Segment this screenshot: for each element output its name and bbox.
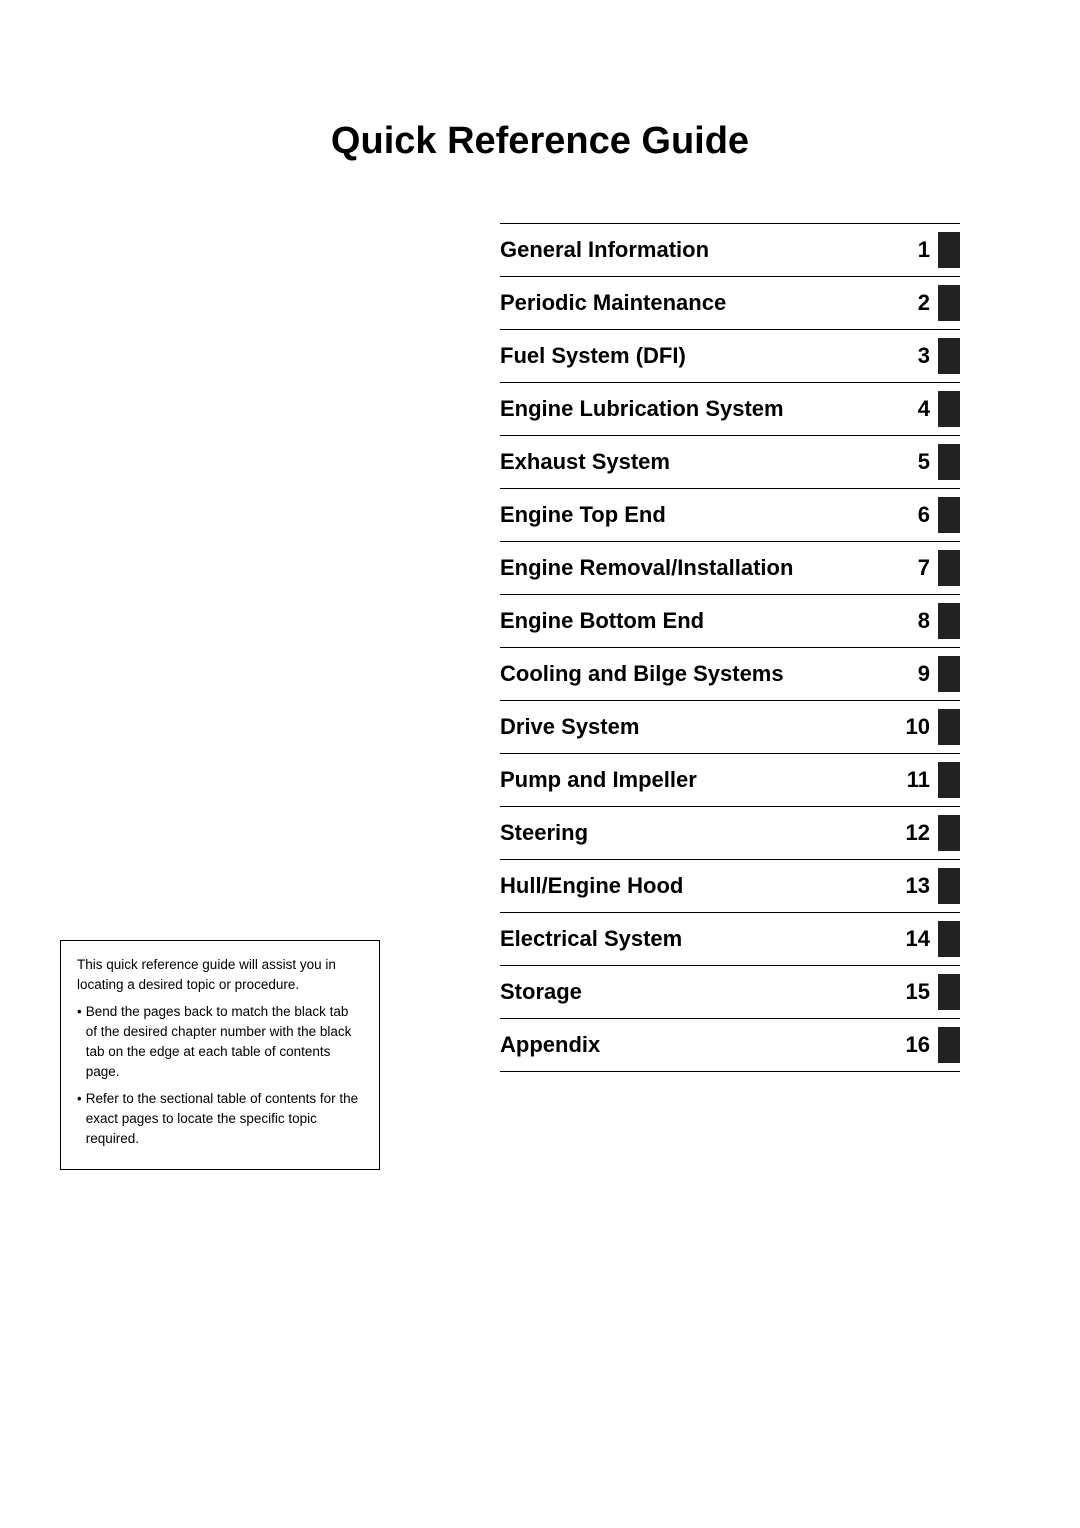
toc-tab-indicator: [938, 444, 960, 480]
toc-item-number: 6: [903, 502, 938, 528]
toc-row[interactable]: Engine Bottom End8: [500, 594, 960, 647]
info-box: This quick reference guide will assist y…: [60, 940, 380, 1170]
toc-item-number: 3: [903, 343, 938, 369]
toc-item-label: Exhaust System: [500, 449, 903, 475]
toc-tab-indicator: [938, 391, 960, 427]
toc-row[interactable]: Electrical System14: [500, 912, 960, 965]
page-title: Quick Reference Guide: [60, 120, 1020, 163]
toc-row[interactable]: Fuel System (DFI)3: [500, 329, 960, 382]
toc-tab-indicator: [938, 868, 960, 904]
toc-item-number: 10: [903, 714, 938, 740]
toc-row[interactable]: Periodic Maintenance2: [500, 276, 960, 329]
toc-row[interactable]: Steering12: [500, 806, 960, 859]
info-bullet-1-text: Bend the pages back to match the black t…: [86, 1002, 363, 1083]
toc-row[interactable]: Engine Top End6: [500, 488, 960, 541]
toc-row[interactable]: Engine Lubrication System4: [500, 382, 960, 435]
toc-item-label: Periodic Maintenance: [500, 290, 903, 316]
toc-row[interactable]: Exhaust System5: [500, 435, 960, 488]
toc-item-label: Engine Top End: [500, 502, 903, 528]
toc-item-label: Steering: [500, 820, 903, 846]
toc-item-label: Engine Bottom End: [500, 608, 903, 634]
toc-tab-indicator: [938, 338, 960, 374]
toc-item-number: 16: [903, 1032, 938, 1058]
toc-item-number: 13: [903, 873, 938, 899]
info-bullet-1: • Bend the pages back to match the black…: [77, 1002, 363, 1083]
toc-tab-indicator: [938, 762, 960, 798]
info-bullet-2-text: Refer to the sectional table of contents…: [86, 1089, 363, 1150]
toc-tab-indicator: [938, 550, 960, 586]
toc-container: General Information1Periodic Maintenance…: [500, 223, 960, 1072]
toc-item-label: Engine Lubrication System: [500, 396, 903, 422]
toc-item-number: 12: [903, 820, 938, 846]
toc-item-number: 14: [903, 926, 938, 952]
toc-tab-indicator: [938, 656, 960, 692]
toc-item-label: Storage: [500, 979, 903, 1005]
toc-tab-indicator: [938, 603, 960, 639]
toc-item-number: 2: [903, 290, 938, 316]
toc-tab-indicator: [938, 921, 960, 957]
toc-item-number: 15: [903, 979, 938, 1005]
page: Quick Reference Guide General Informatio…: [0, 0, 1080, 1528]
bullet-icon-2: •: [77, 1089, 82, 1150]
toc-row[interactable]: Appendix16: [500, 1018, 960, 1072]
toc-item-number: 4: [903, 396, 938, 422]
toc-tab-indicator: [938, 497, 960, 533]
toc-row[interactable]: Storage15: [500, 965, 960, 1018]
toc-item-label: General Information: [500, 237, 903, 263]
toc-item-number: 9: [903, 661, 938, 687]
toc-item-number: 5: [903, 449, 938, 475]
toc-item-label: Cooling and Bilge Systems: [500, 661, 903, 687]
toc-tab-indicator: [938, 974, 960, 1010]
toc-item-label: Fuel System (DFI): [500, 343, 903, 369]
toc-item-number: 11: [903, 767, 938, 793]
toc-item-label: Pump and Impeller: [500, 767, 903, 793]
toc-tab-indicator: [938, 709, 960, 745]
info-intro: This quick reference guide will assist y…: [77, 955, 363, 996]
toc-tab-indicator: [938, 815, 960, 851]
info-bullet-2: • Refer to the sectional table of conten…: [77, 1089, 363, 1150]
toc-row[interactable]: Cooling and Bilge Systems9: [500, 647, 960, 700]
toc-item-label: Hull/Engine Hood: [500, 873, 903, 899]
toc-item-label: Drive System: [500, 714, 903, 740]
toc-row[interactable]: Pump and Impeller11: [500, 753, 960, 806]
toc-row[interactable]: Drive System10: [500, 700, 960, 753]
toc-item-label: Engine Removal/Installation: [500, 555, 903, 581]
toc-item-number: 8: [903, 608, 938, 634]
toc-item-number: 1: [903, 237, 938, 263]
toc-tab-indicator: [938, 1027, 960, 1063]
toc-item-number: 7: [903, 555, 938, 581]
toc-tab-indicator: [938, 285, 960, 321]
toc-item-label: Appendix: [500, 1032, 903, 1058]
toc-row[interactable]: General Information1: [500, 223, 960, 276]
toc-row[interactable]: Engine Removal/Installation7: [500, 541, 960, 594]
toc-item-label: Electrical System: [500, 926, 903, 952]
toc-tab-indicator: [938, 232, 960, 268]
toc-row[interactable]: Hull/Engine Hood13: [500, 859, 960, 912]
bullet-icon-1: •: [77, 1002, 82, 1083]
